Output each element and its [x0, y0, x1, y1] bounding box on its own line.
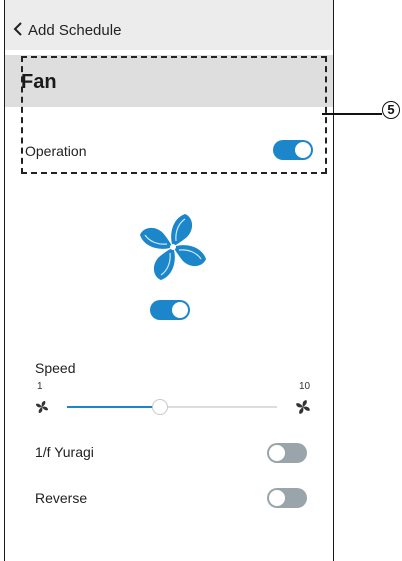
speed-min-label: 1	[37, 381, 43, 392]
fan-icon	[140, 214, 206, 280]
fan-low-icon	[36, 401, 48, 413]
callout-number: 5	[382, 101, 400, 119]
operation-toggle[interactable]	[273, 140, 313, 160]
speed-slider-thumb[interactable]	[152, 399, 168, 415]
reverse-label: Reverse	[35, 490, 88, 506]
callout-line	[322, 113, 382, 115]
fan-section-title: Fan	[21, 71, 57, 93]
yuragi-toggle[interactable]	[267, 443, 307, 463]
speed-slider[interactable]	[67, 399, 277, 415]
yuragi-toggle-knob	[269, 445, 285, 461]
operation-toggle-knob	[295, 142, 311, 158]
speed-max-label: 10	[299, 381, 311, 392]
yuragi-label: 1/f Yuragi	[35, 444, 94, 460]
fan-high-icon	[296, 400, 310, 414]
reverse-toggle[interactable]	[267, 488, 307, 508]
operation-label: Operation	[25, 143, 87, 159]
power-toggle[interactable]	[150, 300, 190, 320]
speed-slider-fill	[67, 406, 160, 408]
top-bar: Add Schedule	[5, 0, 333, 50]
fan-section-header: Fan	[5, 55, 333, 107]
speed-label: Speed	[35, 360, 76, 376]
reverse-toggle-knob	[269, 490, 285, 506]
phone-screen: Add Schedule Fan Operation Speed 1 10 1/…	[4, 0, 334, 561]
power-toggle-knob	[172, 302, 188, 318]
chevron-left-icon[interactable]	[13, 22, 23, 36]
page-title[interactable]: Add Schedule	[28, 22, 121, 39]
